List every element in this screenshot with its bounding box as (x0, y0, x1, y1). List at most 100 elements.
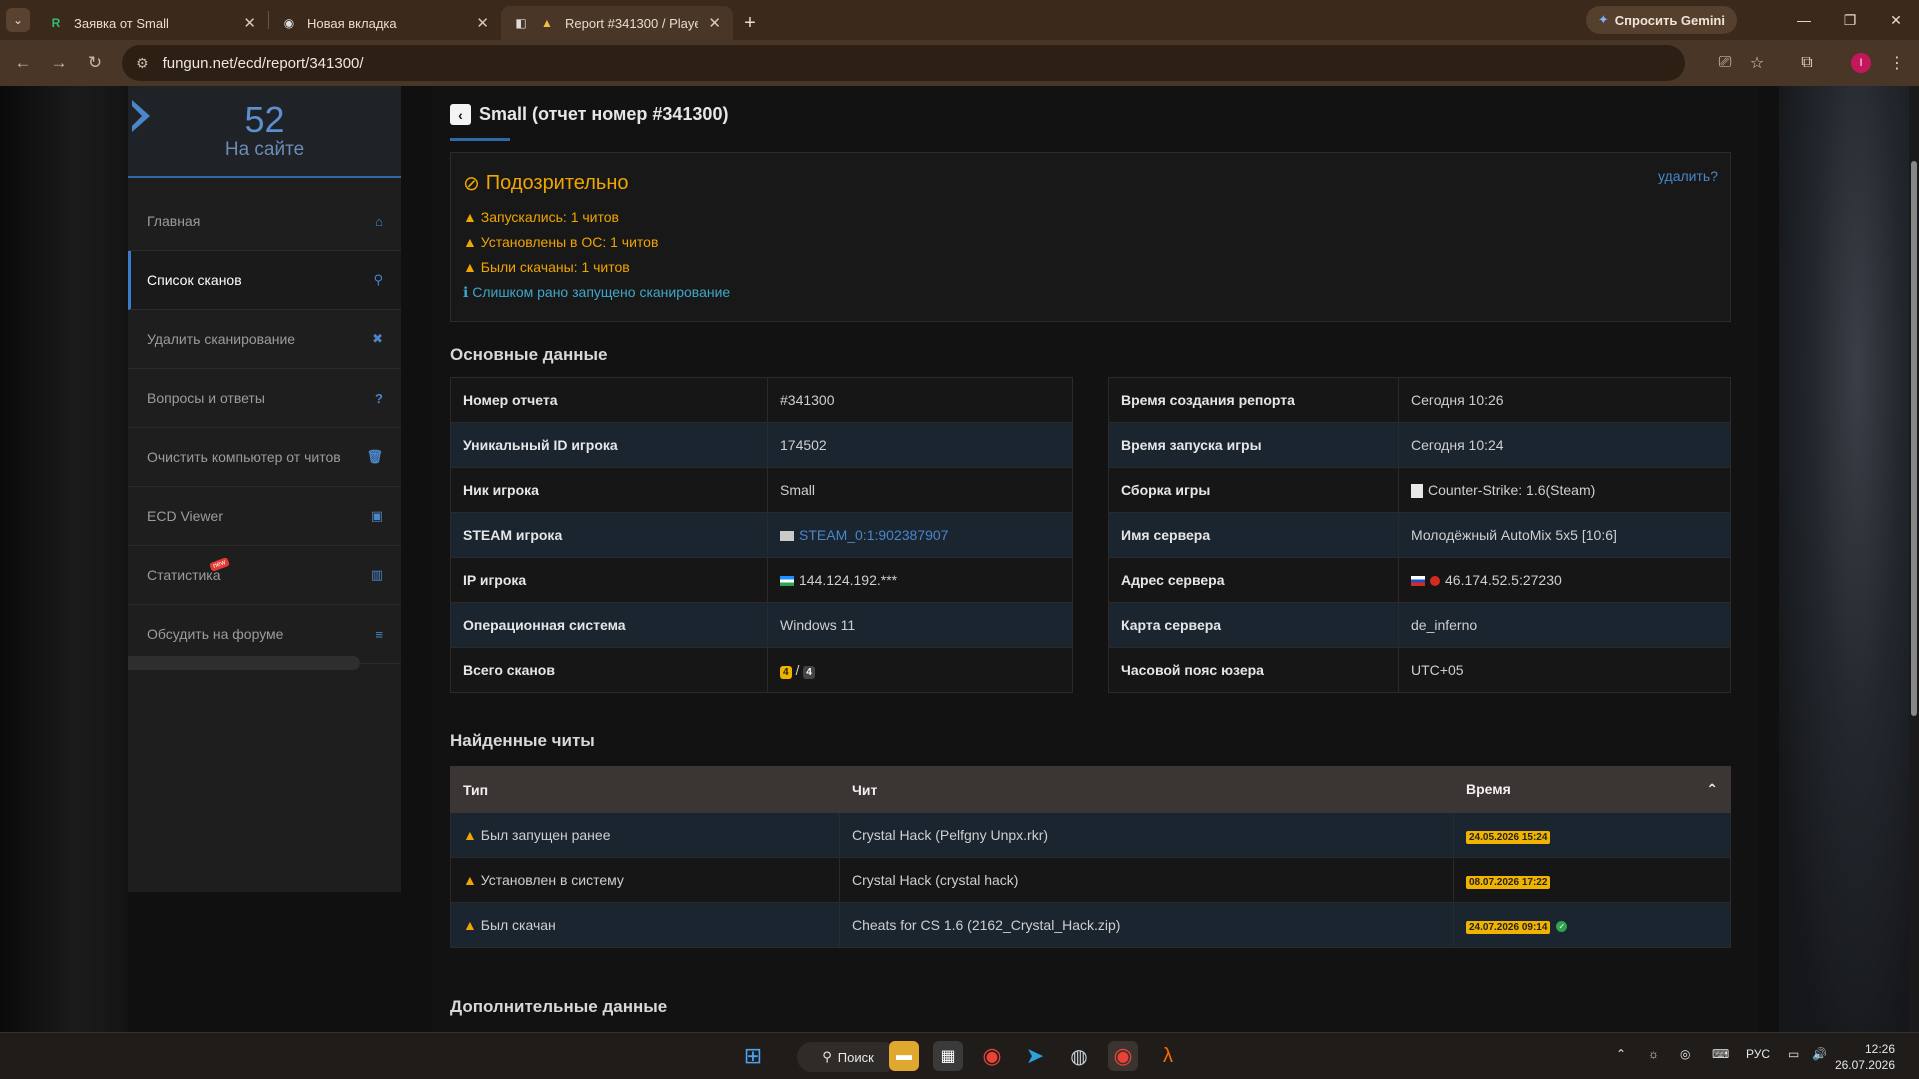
server-address-value: 46.174.52.5:27230 (1445, 572, 1562, 588)
reload-icon[interactable]: ↻ (77, 45, 113, 81)
flag-icon (780, 576, 794, 587)
tab-search-button[interactable]: ⌄ (0, 0, 36, 40)
page-scrollbar[interactable] (1909, 86, 1919, 1032)
cheat-type-cell: ▲ Был скачан (450, 902, 840, 948)
sidebar-item-label: Удалить сканирование (147, 331, 296, 347)
taskbar-search-label: Поиск (837, 1049, 874, 1065)
search-icon: ⚲ (373, 272, 383, 287)
cheat-time-cell: 08.07.2026 17:22 (1453, 857, 1731, 903)
store-icon[interactable]: ▦ (933, 1041, 963, 1071)
table-row: Адрес сервера 46.174.52.5:27230 (1108, 557, 1731, 603)
close-icon[interactable]: ✕ (708, 14, 721, 32)
delete-link[interactable]: удалить? (1658, 168, 1718, 184)
table-row: IP игрока 144.124.192.*** (450, 557, 1073, 603)
install-app-icon[interactable]: ⎚ (1707, 45, 1743, 81)
table-row: ▲ Был запущен ранее Crystal Hack (Pelfgn… (450, 812, 1731, 858)
minimize-button[interactable]: — (1781, 0, 1827, 40)
restore-button[interactable]: ❐ (1827, 0, 1873, 40)
table-row: STEAM игрока STEAM_0:1:902387907 (450, 512, 1073, 558)
cheat-name: Crystal Hack (crystal hack) (839, 857, 1454, 903)
sidebar-scrollbar[interactable] (128, 656, 360, 670)
title-underline (450, 138, 510, 141)
telegram-icon[interactable]: ➤ (1020, 1041, 1050, 1071)
section-heading-cheats: Найденные читы (450, 731, 595, 750)
field-value: Counter-Strike: 1.6(Steam) (1398, 467, 1731, 513)
chrome-icon[interactable]: ◉ (977, 1041, 1007, 1071)
forward-arrow-icon[interactable]: → (41, 45, 77, 81)
warning-icon: ▲ (463, 209, 477, 225)
details-table-right: Время создания репорта Сегодня 10:26 Врем… (1108, 377, 1731, 693)
browser-tab-3[interactable]: ◧ ▲ Report #341300 / Player: Sm ✕ (501, 6, 733, 40)
gemini-label: Спросить Gemini (1614, 12, 1725, 28)
steam-icon[interactable]: ◍ (1064, 1041, 1094, 1071)
sidebar-item-delete-scan[interactable]: Удалить сканирование ✖ (128, 310, 401, 369)
browser-tab-2[interactable]: ◉ Новая вкладка ✕ (269, 6, 501, 40)
browser-tab-1[interactable]: R Заявка от Small ✕ (36, 6, 268, 40)
clock-time: 12:26 (1864, 1042, 1895, 1056)
display-icon[interactable]: ▭ (1788, 1047, 1799, 1061)
sidebar-item-statistics[interactable]: Статистика new ▥ (128, 546, 401, 605)
steam-id-link[interactable]: STEAM_0:1:902387907 (799, 527, 948, 543)
extensions-icon[interactable]: ⧉ (1789, 45, 1825, 81)
status-line-text: Установлены в ОС: 1 читов (480, 234, 659, 250)
site-settings-icon[interactable]: ⚙ (136, 55, 149, 72)
background-art-left (0, 86, 128, 1032)
system-clock[interactable]: 12:26 26.07.2026 (1835, 1041, 1895, 1073)
language-indicator[interactable]: РУС (1746, 1047, 1770, 1061)
page-viewport: 52 На сайте Главная ⌂ Список сканов ⚲ Удал… (0, 86, 1919, 1032)
volume-icon[interactable]: 🔊 (1812, 1047, 1827, 1061)
field-label: Уникальный ID игрока (450, 422, 768, 468)
chevron-up-icon[interactable]: ⌃ (1706, 781, 1718, 798)
file-explorer-icon[interactable]: ▬ (889, 1041, 919, 1071)
menu-kebab-icon[interactable]: ⋮ (1879, 45, 1915, 81)
scrollbar-thumb[interactable] (1911, 161, 1917, 716)
field-label: Адрес сервера (1108, 557, 1399, 603)
bookmark-star-icon[interactable]: ☆ (1739, 45, 1775, 81)
half-life-icon[interactable]: λ (1153, 1041, 1183, 1071)
scan-count-badge: 4 (780, 665, 792, 679)
brightness-icon[interactable]: ☼ (1648, 1047, 1659, 1061)
new-tab-button[interactable]: + (733, 6, 767, 40)
table-row: Ник игрока Small (450, 467, 1073, 513)
cheat-name: Cheats for CS 1.6 (2162_Crystal_Hack.zip… (839, 902, 1454, 948)
sidebar-item-ecd-viewer[interactable]: ECD Viewer ▣ (128, 487, 401, 546)
avatar: I (1851, 53, 1871, 73)
table-row: Уникальный ID игрока 174502 (450, 422, 1073, 468)
chevron-up-icon[interactable]: ⌃ (1616, 1047, 1626, 1061)
sidebar-item-clean-pc[interactable]: Очистить компьютер от читов 🗑 (128, 428, 401, 487)
server-icon (1430, 576, 1440, 587)
close-window-button[interactable]: ✕ (1873, 0, 1919, 40)
sidebar-item-scan-list[interactable]: Список сканов ⚲ (128, 251, 401, 310)
cheat-type: Установлен в систему (480, 872, 624, 888)
table-row: ▲ Установлен в систему Crystal Hack (cry… (450, 857, 1731, 903)
cheat-type-cell: ▲ Был запущен ранее (450, 812, 840, 858)
field-value: 174502 (767, 422, 1073, 468)
windows-start-icon[interactable]: ⊞ (738, 1041, 768, 1071)
status-line-text: Были скачаны: 1 читов (480, 259, 630, 275)
keyboard-icon[interactable]: ⌨ (1712, 1047, 1729, 1061)
field-label: Время запуска игры (1108, 422, 1399, 468)
chrome-icon: ◉ (283, 16, 295, 30)
close-icon[interactable]: ✕ (476, 14, 489, 32)
cheat-time-cell: 24.05.2026 15:24 (1453, 812, 1731, 858)
field-value: 46.174.52.5:27230 (1398, 557, 1731, 603)
column-header-time[interactable]: Время ⌃ (1453, 766, 1731, 813)
address-bar[interactable]: ⚙ fungun.net/ecd/report/341300/ (122, 45, 1685, 81)
back-button[interactable]: ‹ (450, 104, 471, 125)
close-icon[interactable]: ✕ (243, 14, 256, 32)
taskbar-search[interactable]: ⚲ Поиск (797, 1042, 899, 1072)
chrome-profile-icon[interactable]: ◉ (1108, 1041, 1138, 1071)
sidebar: 52 На сайте Главная ⌂ Список сканов ⚲ Удал… (128, 86, 401, 892)
warning-icon: ▲ (463, 827, 477, 843)
column-header: Тип (450, 766, 840, 813)
tab-title: Report #341300 / Player: Sm (565, 15, 699, 31)
status-line: ▲ Запускались: 1 читов (463, 209, 619, 225)
field-label: Сборка игры (1108, 467, 1399, 513)
back-arrow-icon[interactable]: ← (5, 45, 41, 81)
ask-gemini-button[interactable]: ✦ Спросить Gemini (1585, 6, 1737, 34)
profile-button[interactable]: I (1843, 45, 1879, 81)
sidebar-item-home[interactable]: Главная ⌂ (128, 192, 401, 251)
network-icon[interactable]: ◎ (1680, 1047, 1690, 1061)
sidebar-item-faq[interactable]: Вопросы и ответы? (128, 369, 401, 428)
status-label: Подозрительно (485, 172, 629, 194)
